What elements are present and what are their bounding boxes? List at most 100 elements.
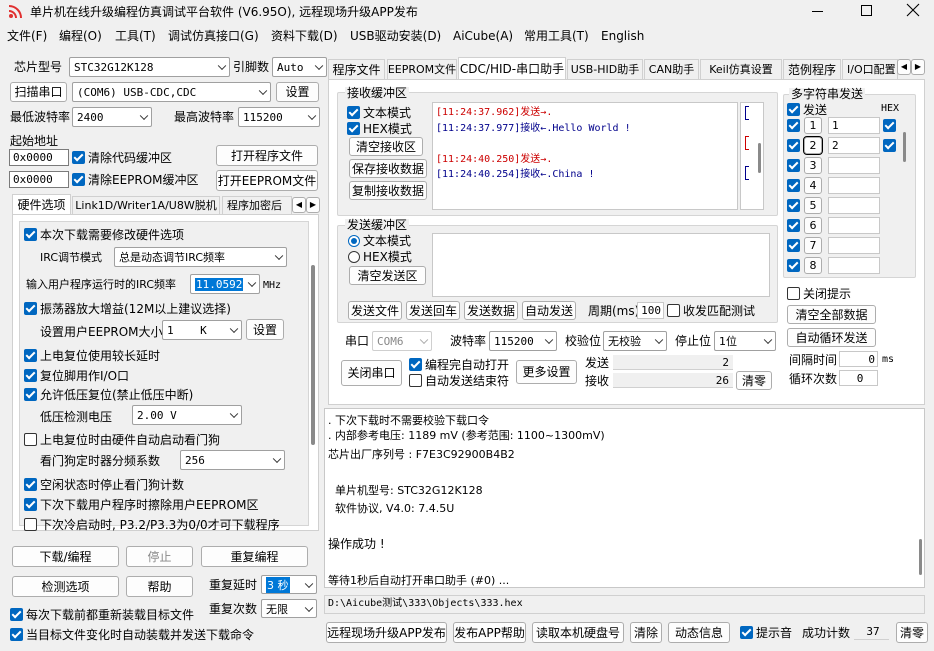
clear-send-button[interactable]: 清空发送区: [349, 266, 426, 285]
close-hint-checkbox[interactable]: 关闭提示: [787, 287, 851, 300]
addr2-input[interactable]: 0x0000: [9, 171, 69, 188]
wdt-select[interactable]: 256: [180, 450, 285, 470]
repeat-count-select[interactable]: 无限: [261, 599, 317, 618]
auto-open-checkbox[interactable]: 编程完自动打开: [409, 358, 509, 371]
tab-program-file[interactable]: 程序文件: [328, 59, 385, 79]
menu-tools[interactable]: 工具(T): [115, 30, 156, 42]
dynamic-info-button[interactable]: 动态信息: [668, 622, 730, 643]
open-program-button[interactable]: 打开程序文件: [216, 145, 318, 166]
clear-count-button[interactable]: 清零: [736, 371, 772, 390]
port-select[interactable]: (COM6) USB-CDC,CDC: [72, 82, 271, 102]
auto-stop-checkbox[interactable]: 自动发送结束符: [409, 374, 509, 387]
send-hex-mode[interactable]: HEX模式: [348, 251, 412, 263]
tab-eeprom-file[interactable]: EEPROM文件: [387, 59, 457, 79]
download-program-button[interactable]: 下载/编程: [12, 546, 119, 567]
option-wdt-auto[interactable]: 上电复位时由硬件自动启动看门狗: [24, 433, 220, 446]
tab-keil[interactable]: Keil仿真设置: [700, 59, 782, 79]
reload-checkbox[interactable]: 每次下载前都重新装载目标文件: [10, 608, 194, 621]
serial-port-select[interactable]: COM6: [372, 331, 432, 351]
tab-scroll-left[interactable]: ◀: [292, 197, 306, 213]
multi-scrollbar[interactable]: [902, 114, 908, 274]
serial-baud-select[interactable]: 115200: [489, 331, 557, 351]
open-eeprom-button[interactable]: 打开EEPROM文件: [216, 170, 318, 191]
multi-row-send-button[interactable]: 2: [803, 136, 823, 155]
minimize-icon[interactable]: [812, 11, 823, 12]
menu-english[interactable]: English: [601, 30, 644, 42]
read-disk-button[interactable]: 读取本机硬盘号: [532, 622, 624, 643]
auto-loop-button[interactable]: 自动循环发送: [787, 328, 876, 347]
right-tab-scroll-right[interactable]: ▶: [911, 59, 925, 75]
multi-row-input[interactable]: [828, 197, 880, 214]
tab-serial-assistant[interactable]: CDC/HID-串口助手: [458, 57, 566, 79]
option-lv-reset[interactable]: 允许低压复位(禁止低压中断): [24, 388, 193, 401]
more-settings-button[interactable]: 更多设置: [516, 360, 577, 384]
save-recv-button[interactable]: 保存接收数据: [349, 159, 427, 178]
options-scrollbar[interactable]: [310, 221, 316, 526]
close-port-button[interactable]: 关闭串口: [341, 360, 402, 386]
tab-link1d[interactable]: Link1D/Writer1A/U8W脱机: [72, 196, 220, 214]
tab-encrypt[interactable]: 程序加密后: [222, 196, 292, 214]
interval-input[interactable]: 0: [839, 351, 878, 367]
publish-help-button[interactable]: 发布APP帮助: [453, 622, 526, 643]
recv-text-mode[interactable]: 文本模式: [347, 106, 411, 119]
tab-io-config[interactable]: I/O口配置: [842, 59, 898, 79]
stop-bit-select[interactable]: 1位: [714, 331, 776, 351]
clear-recv-button[interactable]: 清空接收区: [349, 137, 423, 156]
maximize-icon[interactable]: [861, 5, 872, 16]
clear-eeprom-checkbox[interactable]: 清除EEPROM缓冲区: [72, 173, 199, 186]
multi-row-input[interactable]: 2: [828, 137, 880, 154]
stop-button[interactable]: 停止: [126, 546, 193, 567]
multi-row-input[interactable]: [828, 157, 880, 174]
lv-select[interactable]: 2.00 V: [132, 405, 242, 425]
auto-send-download-checkbox[interactable]: 当目标文件变化时自动装载并发送下载命令: [10, 628, 254, 641]
menu-debug[interactable]: 调试仿真接口(G): [168, 30, 259, 42]
clear-code-checkbox[interactable]: 清除代码缓冲区: [72, 151, 172, 164]
tab-hardware-options[interactable]: 硬件选项: [12, 194, 71, 214]
multi-row-input[interactable]: [828, 257, 880, 274]
tab-examples[interactable]: 范例程序: [783, 59, 841, 79]
min-baud-select[interactable]: 2400: [72, 107, 152, 127]
option-long-delay[interactable]: 上电复位使用较长延时: [24, 349, 160, 362]
multi-row-hex-checkbox[interactable]: [883, 119, 896, 132]
multi-row-send-checkbox[interactable]: [787, 139, 800, 152]
multi-row-send-button[interactable]: 6: [804, 217, 822, 234]
help-button[interactable]: 帮助: [126, 576, 193, 597]
multi-row-hex-checkbox[interactable]: [883, 139, 896, 152]
repeat-delay-select[interactable]: 3 秒: [261, 575, 317, 594]
option-osc-gain[interactable]: 振荡器放大增益(12M以上建议选择): [24, 302, 231, 315]
auto-send-button[interactable]: 自动发送: [522, 301, 576, 320]
menu-usb-driver[interactable]: USB驱动安装(D): [350, 30, 441, 42]
multi-row-send-checkbox[interactable]: [787, 159, 800, 172]
send-input[interactable]: [432, 233, 770, 297]
multi-row-send-checkbox[interactable]: [787, 199, 800, 212]
detect-options-button[interactable]: 检测选项: [12, 576, 119, 597]
option-reset-io[interactable]: 复位脚用作I/O口: [24, 369, 129, 382]
addr1-input[interactable]: 0x0000: [9, 149, 69, 166]
option-erase-eeprom[interactable]: 下次下载用户程序时擦除用户EEPROM区: [24, 498, 259, 511]
send-file-button[interactable]: 发送文件: [348, 301, 402, 320]
multi-row-send-button[interactable]: 1: [804, 117, 822, 134]
menu-file[interactable]: 文件(F): [7, 30, 47, 42]
chip-select[interactable]: STC32G12K128: [69, 57, 230, 77]
send-text-mode[interactable]: 文本模式: [348, 235, 411, 247]
option-idle-wdt[interactable]: 空闲状态时停止看门狗计数: [24, 478, 184, 491]
multi-row-send-checkbox[interactable]: [787, 239, 800, 252]
port-settings-button[interactable]: 设置: [276, 82, 319, 102]
clear-success-button[interactable]: 清零: [896, 622, 928, 643]
menu-aicube[interactable]: AiCube(A): [453, 30, 513, 42]
tab-scroll-right[interactable]: ▶: [306, 197, 320, 213]
scan-port-button[interactable]: 扫描串口: [10, 82, 67, 102]
match-test-checkbox[interactable]: 收发匹配测试: [667, 304, 755, 317]
multi-row-send-button[interactable]: 7: [804, 237, 822, 254]
copy-recv-button[interactable]: 复制接收数据: [349, 181, 427, 200]
send-enter-button[interactable]: 发送回车: [406, 301, 460, 320]
menu-program[interactable]: 编程(O): [59, 30, 102, 42]
multi-row-send-button[interactable]: 5: [804, 197, 822, 214]
eeprom-size-select[interactable]: 1 K: [162, 320, 242, 340]
period-input[interactable]: 100: [637, 302, 664, 319]
eeprom-size-set-button[interactable]: 设置: [246, 319, 284, 340]
tab-usb-hid[interactable]: USB-HID助手: [567, 59, 643, 79]
clear-output-button[interactable]: 清除: [630, 622, 662, 643]
multi-row-send-checkbox[interactable]: [787, 219, 800, 232]
output-scrollbar[interactable]: [919, 539, 922, 575]
